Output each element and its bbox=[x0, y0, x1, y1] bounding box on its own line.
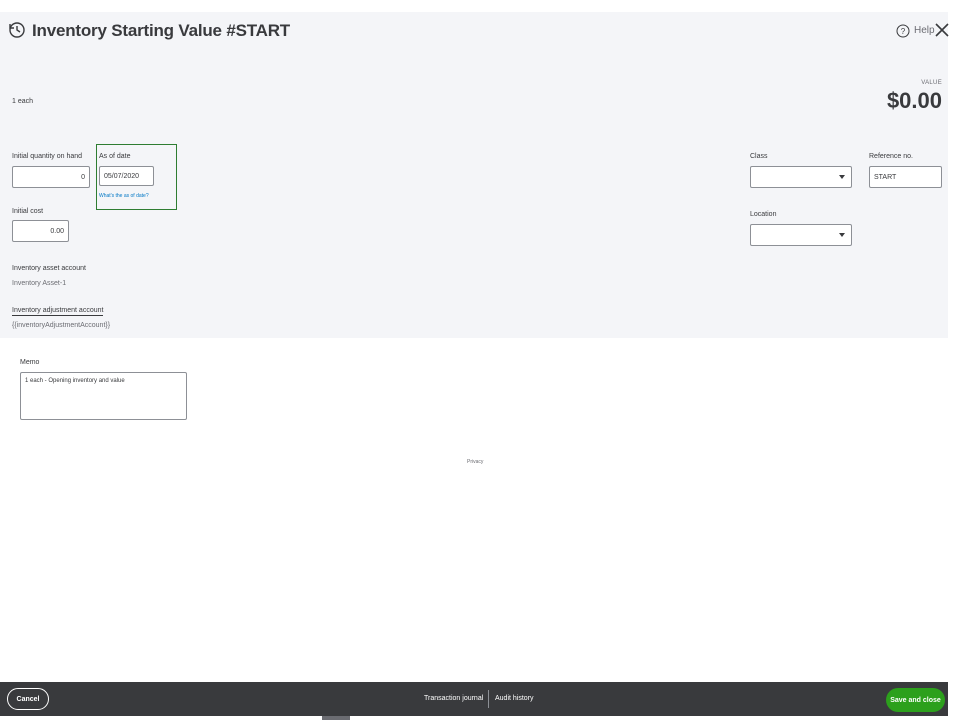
initial-cost-label: Initial cost bbox=[12, 208, 44, 215]
adjustment-account-label[interactable]: Inventory adjustment account bbox=[12, 307, 104, 316]
asset-account-value: Inventory Asset-1 bbox=[12, 280, 67, 287]
help-icon[interactable]: ? bbox=[896, 24, 910, 38]
reference-label: Reference no. bbox=[869, 153, 913, 160]
save-and-close-button[interactable]: Save and close bbox=[886, 688, 945, 712]
as-of-date-input[interactable]: 05/07/2020 bbox=[99, 166, 154, 186]
cancel-button[interactable]: Cancel bbox=[7, 688, 49, 710]
scroll-handle[interactable] bbox=[322, 716, 350, 720]
adjustment-account-value: {{inventoryAdjustmentAccount}} bbox=[12, 322, 111, 329]
as-of-date-help-link[interactable]: What's the as of date? bbox=[99, 193, 149, 199]
footer-bottom-strip bbox=[0, 716, 948, 720]
initial-cost-input[interactable]: 0.00 bbox=[12, 220, 69, 242]
close-icon[interactable] bbox=[934, 22, 950, 38]
audit-history-link[interactable]: Audit history bbox=[495, 695, 534, 702]
history-icon[interactable] bbox=[7, 20, 27, 40]
class-label: Class bbox=[750, 153, 768, 160]
top-strip bbox=[0, 0, 960, 12]
location-label: Location bbox=[750, 211, 777, 218]
unit-label: 1 each bbox=[12, 98, 34, 105]
as-of-date-label: As of date bbox=[99, 153, 131, 160]
location-select[interactable] bbox=[750, 224, 852, 246]
chevron-down-icon bbox=[839, 233, 845, 237]
memo-textarea[interactable]: 1 each - Opening inventory and value bbox=[20, 372, 187, 420]
initial-quantity-input[interactable]: 0 bbox=[12, 166, 90, 188]
transaction-journal-link[interactable]: Transaction journal bbox=[424, 695, 483, 702]
chevron-down-icon bbox=[839, 175, 845, 179]
reference-input[interactable]: START bbox=[869, 166, 942, 188]
value-amount: $0.00 bbox=[886, 88, 942, 113]
asset-account-label: Inventory asset account bbox=[12, 265, 86, 272]
initial-quantity-label: Initial quantity on hand bbox=[12, 153, 83, 160]
footer-gap bbox=[948, 682, 960, 720]
page-title: Inventory Starting Value #START bbox=[32, 21, 290, 40]
privacy-link[interactable]: Privacy bbox=[467, 459, 483, 465]
svg-text:?: ? bbox=[901, 27, 906, 36]
footer-divider bbox=[488, 690, 489, 708]
class-select[interactable] bbox=[750, 166, 852, 188]
value-label: VALUE bbox=[921, 80, 942, 86]
help-link[interactable]: Help bbox=[914, 25, 935, 36]
memo-label: Memo bbox=[20, 359, 40, 366]
